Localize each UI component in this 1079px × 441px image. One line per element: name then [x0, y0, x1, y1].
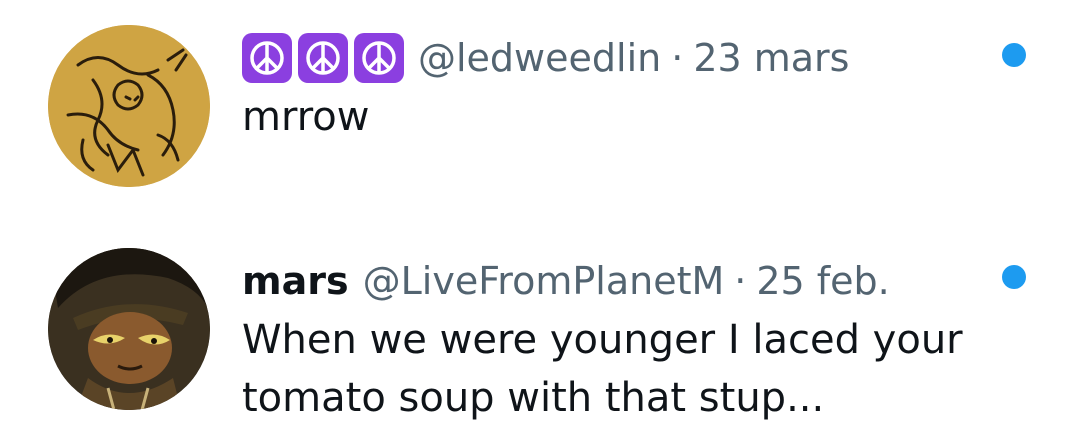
- meta-separator: ·: [734, 259, 747, 303]
- avatar[interactable]: [48, 248, 210, 410]
- peace-symbol-icon: [298, 33, 348, 83]
- user-handle[interactable]: @LiveFromPlanetM: [363, 253, 725, 309]
- post-text: mrrow: [242, 94, 370, 140]
- notification-content: @ledweedlin · 23 mars mrrow: [242, 30, 969, 146]
- list-item[interactable]: mars @LiveFromPlanetM · 25 feb. When we …: [0, 215, 1079, 441]
- peace-symbol-icon: [242, 33, 292, 83]
- display-name[interactable]: mars: [242, 253, 349, 309]
- user-handle[interactable]: @ledweedlin: [418, 30, 661, 86]
- post-text: When we were younger I laced your tomato…: [242, 317, 963, 421]
- avatar-image-sketch: [48, 25, 210, 187]
- unread-indicator-icon: [1002, 265, 1026, 289]
- post-meta: @ledweedlin · 23 mars: [242, 30, 969, 86]
- notification-content: mars @LiveFromPlanetM · 25 feb. When we …: [242, 253, 969, 427]
- display-name-emoji: [242, 33, 404, 83]
- meta-separator: ·: [671, 36, 684, 80]
- peace-symbol-icon: [354, 33, 404, 83]
- list-item[interactable]: @ledweedlin · 23 mars mrrow: [0, 0, 1079, 215]
- avatar-image-character: [48, 248, 210, 410]
- notification-list: @ledweedlin · 23 mars mrrow mars @LiveFr…: [0, 0, 1079, 441]
- post-date[interactable]: 25 feb.: [756, 253, 889, 309]
- post-date[interactable]: 23 mars: [693, 30, 849, 86]
- avatar[interactable]: [48, 25, 210, 187]
- unread-indicator-icon: [1002, 43, 1026, 67]
- post-meta: mars @LiveFromPlanetM · 25 feb.: [242, 253, 969, 309]
